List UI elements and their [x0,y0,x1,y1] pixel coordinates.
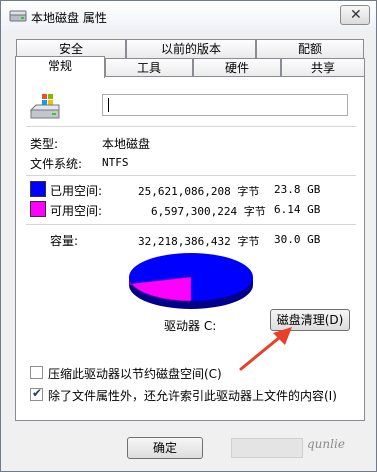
capacity-label: 容量: [50,234,79,248]
divider [26,175,356,176]
close-icon: ✕ [350,7,362,23]
type-value: 本地磁盘 [102,137,151,151]
volume-name-input[interactable] [102,94,348,116]
free-color-swatch [30,201,46,217]
used-color-swatch [30,181,46,197]
free-size: 6.14 GB [274,203,321,216]
annotation-arrow-icon [239,327,292,371]
used-label: 已用空间: [50,184,103,198]
title-bar: 本地磁盘 属性 ✕ [1,1,376,31]
disk-usage-pie [129,253,253,309]
tab-label: 工具 [136,61,161,75]
compress-label: 压缩此驱动器以节约磁盘空间(C) [48,367,222,381]
ok-label: 确定 [152,441,177,455]
tab-label: 共享 [310,61,335,75]
tab-previous-versions[interactable]: 以前的版本 [126,39,256,59]
tab-label: 安全 [58,42,83,56]
drive-letter-label: 驱动器 C: [164,319,217,333]
tab-label: 常规 [47,59,72,73]
ok-button[interactable]: 确定 [127,437,203,459]
cancel-button[interactable] [231,438,303,458]
tab-general[interactable]: 常规 [15,56,105,78]
filesystem-label: 文件系统: [30,157,83,171]
divider [26,126,356,127]
drive-icon [9,10,27,22]
window-title: 本地磁盘 属性 [31,11,107,25]
drive-icon [29,94,60,119]
index-checkbox[interactable]: ✔ [30,386,43,401]
tab-label: 配额 [297,42,322,56]
checkmark-icon: ✔ [32,386,43,400]
close-button[interactable]: ✕ [340,5,370,25]
index-label: 除了文件属性外，还允许索引此驱动器上文件的内容(I) [48,389,337,403]
free-label: 可用空间: [50,204,103,218]
capacity-size: 30.0 GB [274,233,321,246]
tab-label: 硬件 [224,61,249,75]
filesystem-value: NTFS [102,156,129,169]
used-size: 23.8 GB [274,183,321,196]
tab-hardware[interactable]: 硬件 [193,58,281,78]
general-tab-panel: 类型: 本地磁盘 文件系统: NTFS 已用空间: 25,621,086,208… [15,76,365,421]
type-label: 类型: [30,137,59,151]
watermark: qunlie [307,437,345,451]
compress-checkbox[interactable] [30,366,43,379]
tab-label: 以前的版本 [160,42,221,56]
tab-tools[interactable]: 工具 [105,58,193,78]
used-bytes: 25,621,086,208 字节 [138,185,260,198]
divider [26,224,356,225]
free-bytes: 6,597,300,224 字节 [151,205,266,218]
tab-sharing[interactable]: 共享 [281,58,365,78]
tab-quota[interactable]: 配额 [256,39,364,59]
properties-window: 本地磁盘 属性 ✕ 安全 以前的版本 配额 常规 工具 硬件 共享 类型: 本地… [0,0,377,472]
